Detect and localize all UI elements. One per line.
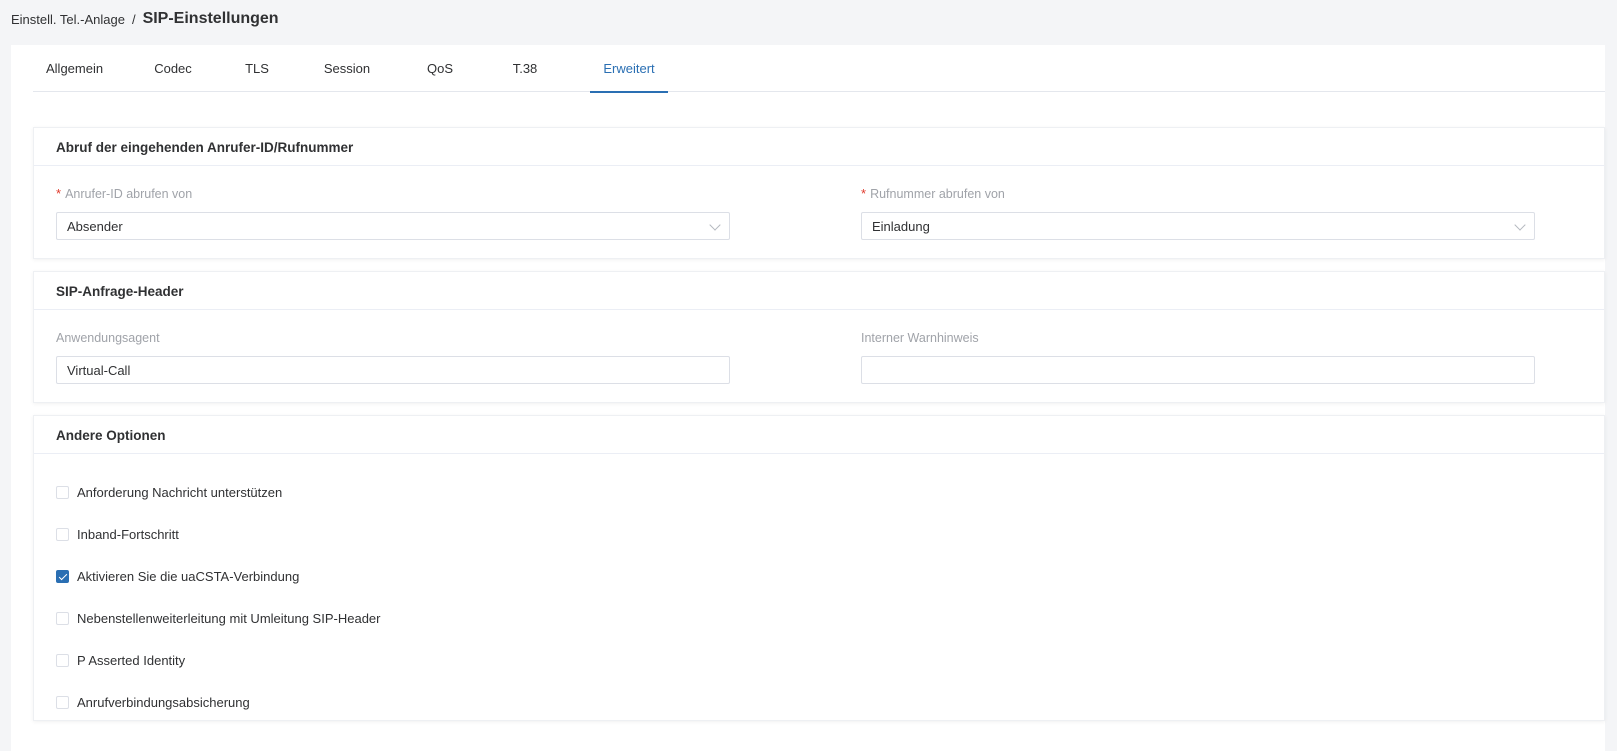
caller-id-card: Abruf der eingehenden Anrufer-ID/Rufnumm… bbox=[33, 127, 1605, 259]
caller-id-select[interactable]: Absender bbox=[56, 212, 730, 240]
option-extension-forwarding[interactable]: Nebenstellenweiterleitung mit Umleitung … bbox=[56, 609, 380, 627]
tab-codec[interactable]: Codec bbox=[149, 45, 197, 92]
option-inband-progress[interactable]: Inband-Fortschritt bbox=[56, 525, 179, 543]
number-field: * Rufnummer abrufen von Einladung bbox=[861, 185, 1535, 240]
sip-header-card: SIP-Anfrage-Header Anwendungsagent Inter… bbox=[33, 271, 1605, 403]
sip-header-card-title: SIP-Anfrage-Header bbox=[34, 272, 1604, 310]
option-request-message[interactable]: Anforderung Nachricht unterstützen bbox=[56, 483, 282, 501]
internal-warning-field: Interner Warnhinweis bbox=[861, 329, 1535, 384]
caller-id-field: * Anrufer-ID abrufen von Absender bbox=[56, 185, 730, 240]
tab-tls[interactable]: TLS bbox=[240, 45, 274, 92]
tab-bar: Allgemein Codec TLS Session QoS T.38 Erw… bbox=[33, 45, 1605, 93]
settings-panel: Allgemein Codec TLS Session QoS T.38 Erw… bbox=[11, 45, 1605, 751]
internal-warning-label: Interner Warnhinweis bbox=[861, 331, 979, 345]
checkbox[interactable] bbox=[56, 653, 69, 667]
breadcrumb-parent-link[interactable]: Einstell. Tel.-Anlage bbox=[11, 12, 125, 27]
checkbox[interactable] bbox=[56, 485, 69, 499]
checkbox[interactable] bbox=[56, 611, 69, 625]
required-marker: * bbox=[861, 186, 867, 201]
number-select-value: Einladung bbox=[872, 218, 930, 234]
checkbox[interactable] bbox=[56, 695, 69, 709]
caller-id-card-title: Abruf der eingehenden Anrufer-ID/Rufnumm… bbox=[34, 128, 1604, 166]
number-select[interactable]: Einladung bbox=[861, 212, 1535, 240]
caller-id-label: Anrufer-ID abrufen von bbox=[65, 187, 193, 201]
breadcrumb: Einstell. Tel.-Anlage / SIP-Einstellunge… bbox=[11, 8, 279, 30]
internal-warning-input[interactable] bbox=[872, 362, 1524, 378]
option-uacsta[interactable]: Aktivieren Sie die uaCSTA-Verbindung bbox=[56, 567, 299, 585]
tab-qos[interactable]: QoS bbox=[420, 45, 460, 92]
tab-allgemein[interactable]: Allgemein bbox=[46, 45, 103, 92]
caller-id-select-value: Absender bbox=[67, 218, 123, 234]
user-agent-input[interactable] bbox=[67, 362, 719, 378]
checkbox-checked[interactable] bbox=[56, 569, 69, 583]
tab-session[interactable]: Session bbox=[317, 45, 377, 92]
required-marker: * bbox=[56, 186, 62, 201]
page-title: SIP-Einstellungen bbox=[142, 10, 279, 27]
user-agent-field: Anwendungsagent bbox=[56, 329, 730, 384]
breadcrumb-separator: / bbox=[131, 11, 136, 27]
option-p-asserted-identity[interactable]: P Asserted Identity bbox=[56, 651, 185, 669]
checkbox[interactable] bbox=[56, 527, 69, 541]
tab-t38[interactable]: T.38 bbox=[503, 45, 547, 92]
number-label: Rufnummer abrufen von bbox=[870, 187, 1005, 201]
option-call-connection-protection[interactable]: Anrufverbindungsabsicherung bbox=[56, 693, 250, 711]
other-options-card: Andere Optionen Anforderung Nachricht un… bbox=[33, 415, 1605, 721]
user-agent-label: Anwendungsagent bbox=[56, 331, 160, 345]
other-options-card-title: Andere Optionen bbox=[34, 416, 1604, 454]
tab-erweitert[interactable]: Erweitert bbox=[590, 45, 668, 93]
chevron-down-icon bbox=[709, 219, 721, 231]
chevron-down-icon bbox=[1514, 219, 1526, 231]
